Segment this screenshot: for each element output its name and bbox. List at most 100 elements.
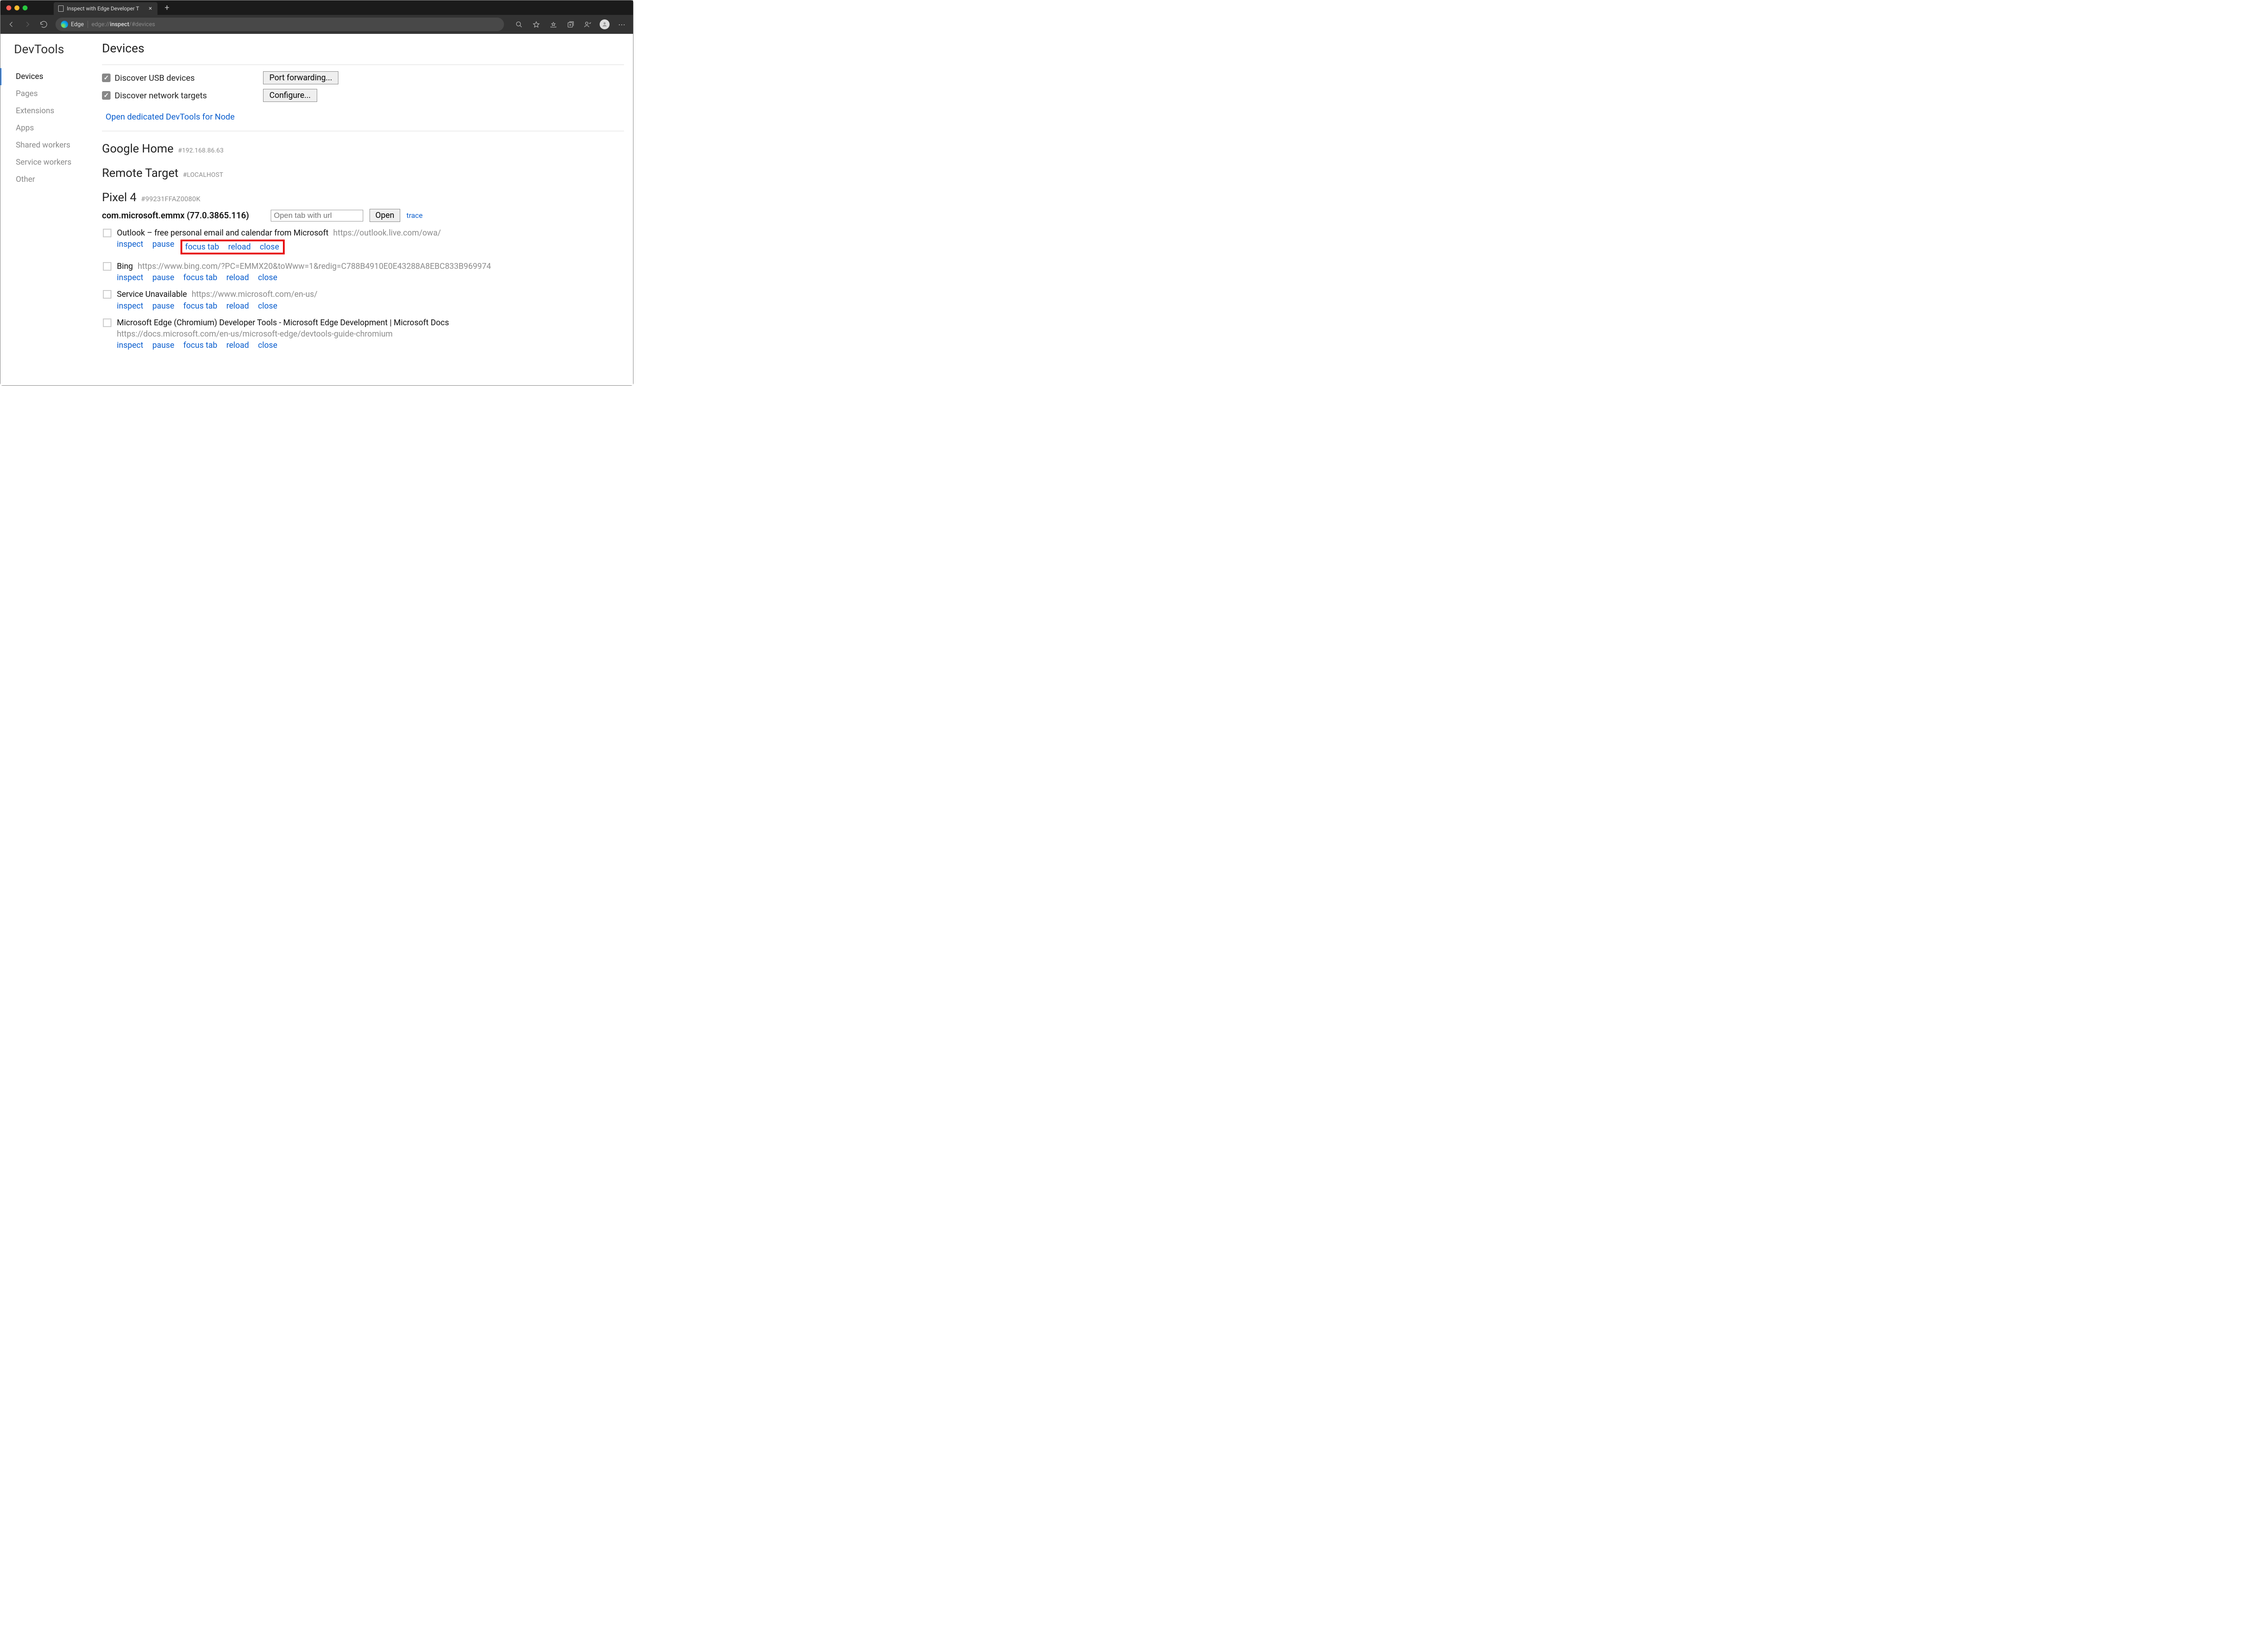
action-pause[interactable]: pause [153, 301, 175, 311]
target-body: Microsoft Edge (Chromium) Developer Tool… [117, 317, 624, 350]
discover-network-checkbox[interactable]: ✓ Discover network targets [102, 91, 207, 101]
section-heading: Remote Target#LOCALHOST [102, 166, 624, 180]
section-heading: Google Home#192.168.86.63 [102, 142, 624, 156]
target-url: https://docs.microsoft.com/en-us/microso… [117, 328, 624, 340]
action-focus[interactable]: focus tab [183, 301, 217, 311]
port-forwarding-button[interactable]: Port forwarding... [263, 71, 338, 84]
action-reload[interactable]: reload [227, 301, 249, 311]
action-inspect[interactable]: inspect [117, 240, 143, 254]
target-actions: inspect pause focus tab reload close [117, 240, 624, 254]
action-reload[interactable]: reload [228, 242, 251, 252]
highlighted-actions: focus tab reload close [180, 240, 284, 254]
action-pause[interactable]: pause [153, 341, 175, 350]
sidebar-item-service-workers[interactable]: Service workers [14, 154, 88, 171]
action-focus[interactable]: focus tab [183, 273, 217, 282]
target-body: Service Unavailable https://www.microsof… [117, 289, 624, 310]
target-row: Outlook – free personal email and calend… [103, 227, 624, 254]
discover-network-row: ✓ Discover network targets Configure... [102, 89, 624, 102]
target-title: Service Unavailable [117, 290, 187, 299]
browser-tab[interactable]: Inspect with Edge Developer T × [54, 2, 157, 15]
target-url: https://outlook.live.com/owa/ [331, 228, 441, 238]
action-focus[interactable]: focus tab [183, 341, 217, 350]
page-icon [58, 5, 64, 12]
close-tab-button[interactable]: × [148, 5, 153, 12]
sidebar-item-other[interactable]: Other [14, 171, 88, 188]
sidebar-title: DevTools [14, 42, 88, 56]
device-name: Pixel 4 [102, 191, 137, 204]
target-title-line: Service Unavailable https://www.microsof… [117, 289, 624, 300]
page-content: DevTools DevicesPagesExtensionsAppsShare… [0, 34, 633, 385]
action-close[interactable]: close [258, 273, 277, 282]
sidebar-item-apps[interactable]: Apps [14, 120, 88, 137]
action-inspect[interactable]: inspect [117, 341, 143, 350]
minimize-window-button[interactable] [14, 5, 19, 10]
action-close[interactable]: close [258, 341, 277, 350]
new-tab-button[interactable]: + [161, 1, 173, 14]
target-actions: inspect pause focus tab reload close [117, 341, 624, 350]
address-text: edge://inspect/#devices [92, 21, 155, 28]
target-actions: inspect pause focus tab reload close [117, 301, 624, 311]
action-inspect[interactable]: inspect [117, 301, 143, 311]
action-focus[interactable]: focus tab [185, 242, 219, 252]
collections-icon[interactable] [563, 17, 578, 32]
device-heading: Pixel 4 #99231FFAZ0080K [102, 191, 624, 204]
forward-button[interactable] [20, 17, 35, 32]
sidebar-item-pages[interactable]: Pages [14, 85, 88, 102]
sidebar-item-shared-workers[interactable]: Shared workers [14, 137, 88, 154]
target-body: Outlook – free personal email and calend… [117, 227, 624, 254]
node-devtools-link[interactable]: Open dedicated DevTools for Node [106, 112, 235, 122]
favorite-star-icon[interactable] [528, 17, 544, 32]
account-avatar[interactable] [597, 17, 612, 32]
browser-row: com.microsoft.emmx (77.0.3865.116) Open … [102, 209, 624, 222]
device-id: #99231FFAZ0080K [141, 195, 201, 203]
action-reload[interactable]: reload [227, 273, 249, 282]
target-checkbox[interactable] [103, 262, 111, 271]
section-title: Google Home [102, 142, 174, 156]
configure-button[interactable]: Configure... [263, 89, 317, 102]
trace-link[interactable]: trace [407, 211, 423, 220]
target-title-line: Microsoft Edge (Chromium) Developer Tool… [117, 317, 624, 328]
refresh-button[interactable] [37, 17, 51, 32]
tab-title: Inspect with Edge Developer T [67, 5, 145, 12]
open-tab-button[interactable]: Open [370, 209, 400, 222]
discover-usb-row: ✓ Discover USB devices Port forwarding..… [102, 71, 624, 84]
target-title: Bing [117, 262, 133, 271]
action-close[interactable]: close [258, 301, 277, 311]
back-button[interactable] [4, 17, 18, 32]
profile-icon[interactable] [580, 17, 595, 32]
section-sub: #LOCALHOST [183, 171, 223, 179]
target-title-line: Outlook – free personal email and calend… [117, 227, 624, 239]
action-pause[interactable]: pause [153, 273, 175, 282]
search-icon[interactable] [511, 17, 527, 32]
target-actions: inspect pause focus tab reload close [117, 273, 624, 282]
checkbox-checked-icon: ✓ [102, 74, 111, 82]
sidebar-item-extensions[interactable]: Extensions [14, 102, 88, 120]
address-bar[interactable]: Edge edge://inspect/#devices [55, 18, 504, 31]
discover-usb-checkbox[interactable]: ✓ Discover USB devices [102, 73, 195, 83]
target-checkbox[interactable] [103, 290, 111, 299]
site-identity: Edge [61, 21, 84, 28]
maximize-window-button[interactable] [23, 5, 28, 10]
target-url: https://www.bing.com/?PC=EMMX20&toWww=1&… [136, 262, 491, 271]
open-tab-url-input[interactable] [271, 210, 363, 221]
checkbox-checked-icon: ✓ [102, 91, 111, 100]
favorites-bar-icon[interactable] [546, 17, 561, 32]
target-checkbox[interactable] [103, 318, 111, 327]
target-url: https://www.microsoft.com/en-us/ [190, 290, 317, 299]
target-checkbox[interactable] [103, 229, 111, 237]
target-body: Bing https://www.bing.com/?PC=EMMX20&toW… [117, 261, 624, 282]
page-heading: Devices [102, 41, 624, 57]
action-close[interactable]: close [260, 242, 279, 252]
window-controls [6, 5, 28, 10]
target-title-line: Bing https://www.bing.com/?PC=EMMX20&toW… [117, 261, 624, 272]
close-window-button[interactable] [6, 5, 11, 10]
discover-usb-label: Discover USB devices [115, 73, 195, 83]
action-pause[interactable]: pause [153, 240, 175, 254]
action-inspect[interactable]: inspect [117, 273, 143, 282]
more-menu-icon[interactable]: ⋯ [614, 17, 629, 32]
sidebar-item-devices[interactable]: Devices [14, 68, 88, 85]
action-reload[interactable]: reload [227, 341, 249, 350]
edge-label: Edge [71, 21, 84, 28]
window-titlebar: Inspect with Edge Developer T × + [0, 0, 633, 15]
sidebar: DevTools DevicesPagesExtensionsAppsShare… [0, 34, 93, 385]
